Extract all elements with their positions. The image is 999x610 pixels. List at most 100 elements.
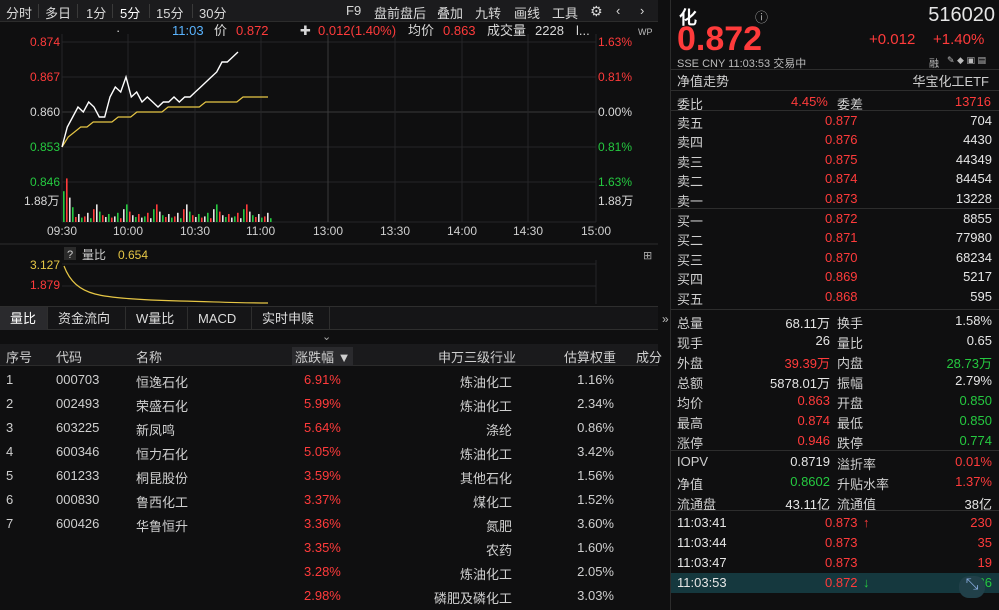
col-name[interactable]: 名称 — [136, 347, 162, 366]
row-weight: 1.52% — [577, 492, 614, 507]
period-tab-multiday[interactable]: 多日 — [45, 3, 71, 22]
col-weight[interactable]: 估算权重 — [564, 347, 616, 366]
table-row[interactable]: 2.98% 磷肥及磷化工 3.03% — [0, 584, 658, 608]
chevron-double-down-icon[interactable]: ⌄ — [322, 330, 331, 343]
period-tab-5min[interactable]: 5分 — [120, 3, 140, 22]
volume-bar — [261, 217, 263, 222]
bid-level[interactable]: 买五 0.868 595 — [671, 287, 999, 307]
volume-bar — [90, 218, 92, 222]
row-weight: 3.42% — [577, 444, 614, 459]
row-weight: 2.34% — [577, 396, 614, 411]
f9-button[interactable]: F9 — [346, 3, 361, 18]
row-weight: 1.60% — [577, 540, 614, 555]
period-tab-1min[interactable]: 1分 — [86, 3, 106, 22]
indicator-y-top: 3.127 — [30, 258, 60, 272]
table-row[interactable]: 7 600426 华鲁恒升 3.36% 氮肥 3.60% — [0, 512, 658, 536]
col-change-pct[interactable]: 涨跌幅 ▼ — [292, 347, 354, 366]
stat-label-2: 最低 — [837, 416, 864, 431]
stat-value-2: 0.850 — [959, 413, 992, 428]
intraday-chart[interactable]: · 11:03 价 0.872 ✚ 0.012(1.40%) 均价 0.863 … — [0, 22, 658, 304]
row-industry: 炼油化工 — [459, 447, 512, 462]
volume-bar — [264, 216, 266, 222]
x-tick-label: 10:00 — [113, 224, 143, 238]
volume-bar — [183, 209, 185, 222]
tab-w-volume-ratio[interactable]: W量比 — [126, 307, 188, 330]
bid-level[interactable]: 买四 0.869 5217 — [671, 267, 999, 287]
x-tick-label: 11:00 — [246, 224, 275, 238]
tab-volume-ratio[interactable]: 量比 — [0, 307, 48, 330]
collapse-arrow-icon[interactable]: » — [662, 312, 669, 326]
ask-level[interactable]: 卖一 0.873 13228 — [671, 189, 999, 209]
stat-row: 外盘 39.39万 内盘 28.73万 — [671, 351, 999, 371]
row-change-pct: 3.37% — [304, 492, 341, 507]
table-row[interactable]: 1 000703 恒逸石化 6.91% 炼油化工 1.16% — [0, 368, 658, 392]
tick-arrow-icon: ↑ — [863, 515, 870, 530]
volume-bar — [66, 178, 68, 222]
level-label: 卖五 — [677, 116, 704, 131]
chevron-left-icon[interactable]: ‹ — [616, 3, 620, 18]
volume-bar — [258, 214, 260, 222]
y-left-label: 0.846 — [30, 175, 60, 189]
nine-turn-button[interactable]: 九转 — [475, 3, 501, 22]
level-label: 卖四 — [677, 135, 704, 151]
stat-value: 0.863 — [797, 393, 830, 408]
volume-bar — [120, 218, 122, 222]
tick-row: 11:03:53 0.872 ↓ 26 — [671, 573, 999, 593]
tab-realtime-redemption[interactable]: 实时申赎 — [252, 307, 330, 330]
volume-bar — [96, 204, 98, 222]
toolbar-icons[interactable]: ✎ ◆ ▣ ▤ — [947, 55, 986, 66]
ask-level[interactable]: 卖五 0.877 704 — [671, 111, 999, 131]
ask-level[interactable]: 卖四 0.876 4430 — [671, 130, 999, 151]
stat-value-2: 1.58% — [955, 313, 992, 328]
table-row[interactable]: 3 603225 新凤鸣 5.64% 涤纶 0.86% — [0, 416, 658, 440]
volume-bar — [231, 217, 233, 222]
row-code: 000703 — [56, 372, 100, 387]
grid-icon[interactable]: ⊞ — [643, 250, 652, 262]
table-row[interactable]: 6 000830 鲁西化工 3.37% 煤化工 1.52% — [0, 488, 658, 512]
wp-icon[interactable]: WP — [638, 27, 653, 37]
col-constituent[interactable]: 成分 — [636, 347, 662, 366]
price-change: +0.012 — [869, 31, 916, 48]
ask-level[interactable]: 卖三 0.875 44349 — [671, 150, 999, 170]
etf-name: 华宝化工ETF — [912, 74, 989, 89]
tools-button[interactable]: 工具 — [552, 3, 578, 22]
overlay-button[interactable]: 叠加 — [437, 3, 463, 22]
table-row[interactable]: 3.35% 农药 1.60% — [0, 536, 658, 560]
level-volume: 704 — [970, 113, 992, 128]
period-tab-30min[interactable]: 30分 — [199, 3, 226, 22]
level-price: 0.877 — [825, 113, 858, 128]
bid-level[interactable]: 买三 0.870 68234 — [671, 248, 999, 268]
table-row[interactable]: 2 002493 荣盛石化 5.99% 炼油化工 2.34% — [0, 392, 658, 416]
bid-level[interactable]: 买二 0.871 77980 — [671, 228, 999, 248]
row-index: 1 — [6, 372, 14, 387]
col-index[interactable]: 序号 — [6, 347, 32, 366]
tab-macd[interactable]: MACD — [188, 307, 252, 330]
bid-level[interactable]: 买一 0.872 8855 — [671, 209, 999, 229]
tab-fund-flow[interactable]: 资金流向 — [48, 307, 126, 330]
row-change-pct: 5.64% — [304, 420, 341, 435]
col-code[interactable]: 代码 — [56, 347, 82, 366]
col-industry[interactable]: 申万三级行业 — [438, 347, 516, 366]
resize-icon[interactable]: ⤡ — [959, 576, 985, 598]
chevron-right-icon[interactable]: › — [640, 3, 644, 18]
svg-text:·: · — [116, 23, 120, 38]
x-tick-label: 09:30 — [47, 224, 77, 238]
level-volume: 8855 — [963, 211, 992, 226]
ask-level[interactable]: 卖二 0.874 84454 — [671, 169, 999, 189]
row-name: 鲁西化工 — [136, 495, 189, 510]
volume-bar — [234, 216, 236, 222]
table-row[interactable]: 3.28% 炼油化工 2.05% — [0, 560, 658, 584]
gear-icon[interactable]: ⚙ — [590, 3, 603, 20]
premarket-button[interactable]: 盘前盘后 — [374, 3, 426, 22]
table-row[interactable]: 5 601233 桐昆股份 3.59% 其他石化 1.56% — [0, 464, 658, 488]
nav-trend-link[interactable]: 净值走势 — [677, 71, 729, 90]
period-tab-fenshi[interactable]: 分时 — [6, 3, 32, 22]
period-tab-15min[interactable]: 15分 — [156, 3, 183, 22]
row-change-pct: 5.05% — [304, 444, 341, 459]
draw-button[interactable]: 画线 — [514, 3, 540, 22]
table-row[interactable]: 4 600346 恒力石化 5.05% 炼油化工 3.42% — [0, 440, 658, 464]
stat-value-2: 0.850 — [959, 393, 992, 408]
level-label: 买五 — [677, 291, 704, 307]
volume-bar — [216, 204, 218, 222]
row-name: 恒力石化 — [136, 447, 189, 462]
